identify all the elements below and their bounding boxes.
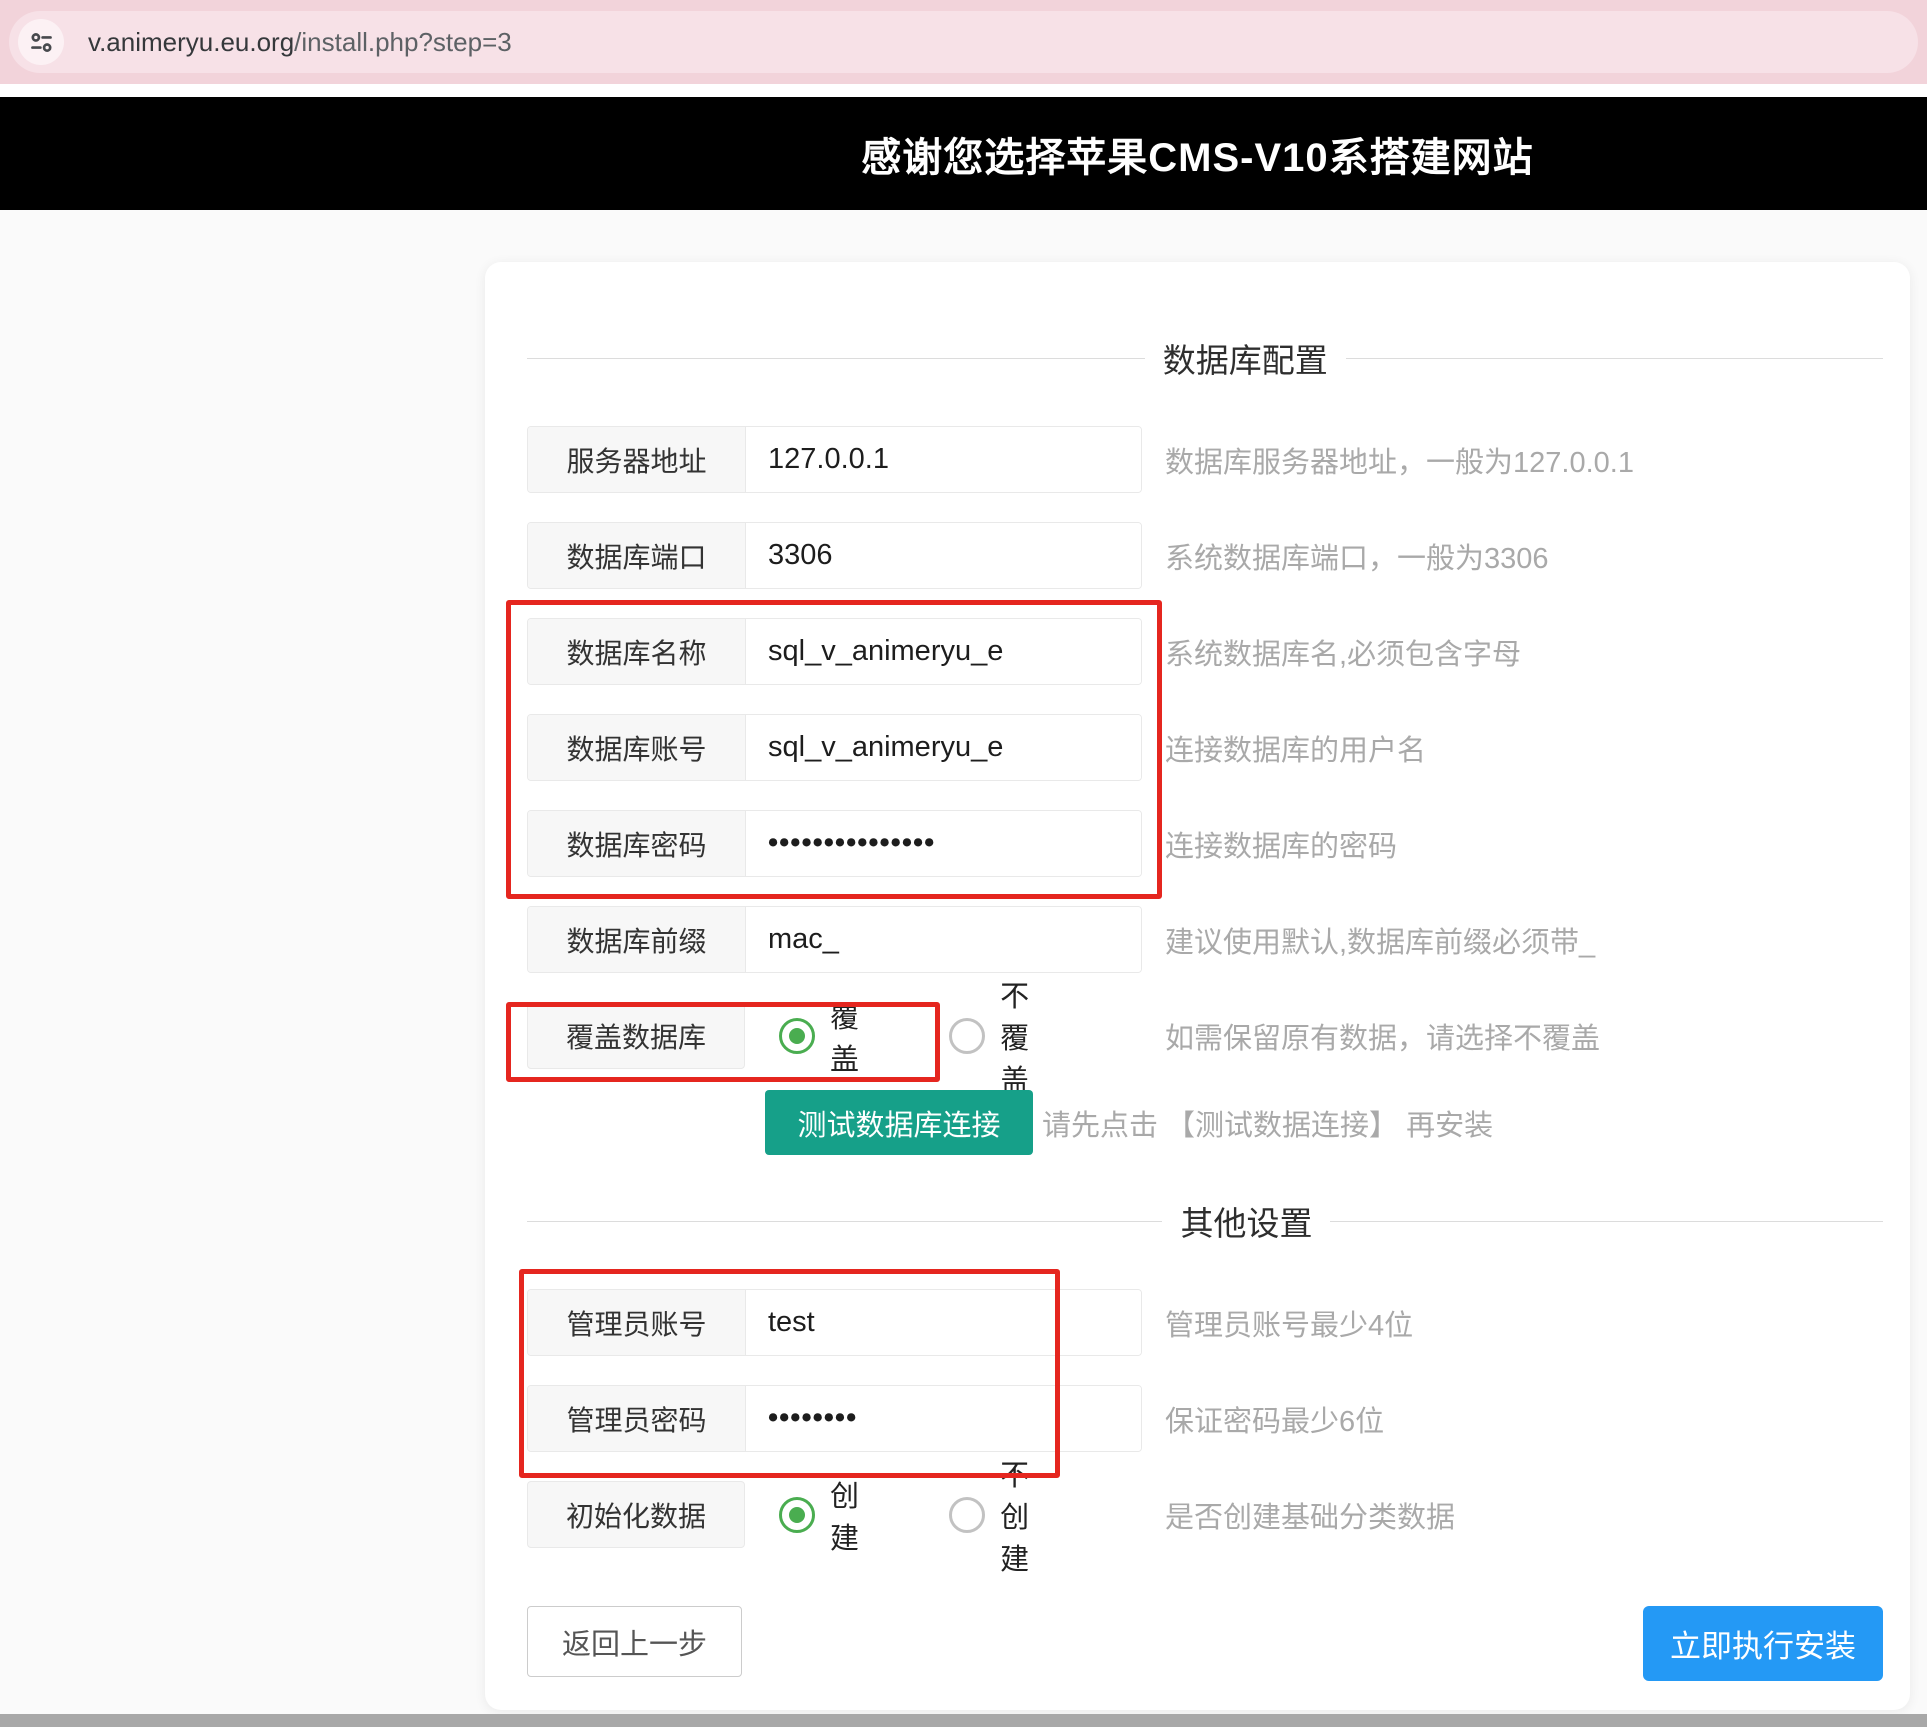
title-line-right bbox=[1346, 358, 1883, 359]
db-password-input[interactable] bbox=[746, 811, 1141, 876]
admin-user-input[interactable] bbox=[746, 1290, 1141, 1355]
db-prefix-input[interactable] bbox=[746, 907, 1141, 972]
footer-buttons: 返回上一步 立即执行安装 bbox=[527, 1606, 1883, 1681]
url-domain: v.animeryu.eu.org bbox=[88, 27, 294, 57]
admin-password-group: 管理员密码 bbox=[527, 1385, 1142, 1452]
install-form-card: 数据库配置 服务器地址 数据库服务器地址，一般为127.0.0.1 数据库端口 … bbox=[485, 262, 1910, 1710]
db-password-label: 数据库密码 bbox=[528, 811, 746, 876]
install-button[interactable]: 立即执行安装 bbox=[1643, 1606, 1883, 1681]
form-row-overwrite: 覆盖数据库 覆盖 不覆盖 如需保留原有数据，请选择不覆盖 bbox=[527, 1002, 1883, 1069]
init-data-hint: 是否创建基础分类数据 bbox=[1165, 1494, 1455, 1536]
admin-user-hint: 管理员账号最少4位 bbox=[1165, 1302, 1413, 1344]
init-no-create-label: 不创建 bbox=[1000, 1452, 1057, 1578]
radio-unchecked-icon bbox=[949, 1497, 985, 1533]
db-host-input[interactable] bbox=[746, 427, 1141, 492]
title-line-right bbox=[1330, 1221, 1883, 1222]
address-bar[interactable]: v.animeryu.eu.org/install.php?step=3 bbox=[9, 11, 1918, 73]
db-port-label: 数据库端口 bbox=[528, 523, 746, 588]
radio-checked-icon bbox=[779, 1497, 815, 1533]
db-prefix-label: 数据库前缀 bbox=[528, 907, 746, 972]
db-host-label: 服务器地址 bbox=[528, 427, 746, 492]
url-path: /install.php?step=3 bbox=[294, 27, 512, 57]
window-bottom-edge bbox=[0, 1714, 1927, 1727]
form-row-db-host: 服务器地址 数据库服务器地址，一般为127.0.0.1 bbox=[527, 426, 1883, 493]
db-port-group: 数据库端口 bbox=[527, 522, 1142, 589]
db-name-hint: 系统数据库名,必须包含字母 bbox=[1165, 631, 1521, 673]
admin-password-label: 管理员密码 bbox=[528, 1386, 746, 1451]
admin-user-label: 管理员账号 bbox=[528, 1290, 746, 1355]
db-name-group: 数据库名称 bbox=[527, 618, 1142, 685]
radio-unchecked-icon bbox=[949, 1018, 985, 1054]
divider-strip bbox=[0, 84, 1927, 97]
banner-title: 感谢您选择苹果CMS-V10系搭建网站 bbox=[861, 125, 1533, 183]
site-info-button[interactable] bbox=[18, 19, 64, 65]
init-no-create-radio[interactable]: 不创建 bbox=[949, 1452, 1057, 1578]
db-host-group: 服务器地址 bbox=[527, 426, 1142, 493]
url-text: v.animeryu.eu.org/install.php?step=3 bbox=[88, 27, 512, 58]
title-line-left bbox=[527, 1221, 1162, 1222]
db-user-input[interactable] bbox=[746, 715, 1141, 780]
db-name-input[interactable] bbox=[746, 619, 1141, 684]
db-port-hint: 系统数据库端口，一般为3306 bbox=[1165, 535, 1549, 577]
db-prefix-hint: 建议使用默认,数据库前缀必须带_ bbox=[1165, 919, 1595, 961]
db-user-group: 数据库账号 bbox=[527, 714, 1142, 781]
db-password-group: 数据库密码 bbox=[527, 810, 1142, 877]
overwrite-no-radio[interactable]: 不覆盖 bbox=[949, 973, 1057, 1099]
page-banner: 感谢您选择苹果CMS-V10系搭建网站 bbox=[0, 97, 1927, 210]
overwrite-yes-label: 覆盖 bbox=[830, 994, 864, 1078]
init-data-radio-group: 创建 不创建 bbox=[745, 1452, 1142, 1578]
form-row-db-prefix: 数据库前缀 建议使用默认,数据库前缀必须带_ bbox=[527, 906, 1883, 973]
form-row-test-connection: 测试数据库连接 请先点击 【测试数据连接】 再安装 bbox=[527, 1090, 1883, 1155]
init-create-label: 创建 bbox=[830, 1473, 864, 1557]
tune-icon bbox=[28, 29, 55, 56]
init-data-label: 初始化数据 bbox=[527, 1481, 745, 1548]
section-title-database: 数据库配置 bbox=[527, 336, 1883, 380]
db-port-input[interactable] bbox=[746, 523, 1141, 588]
browser-url-bar: v.animeryu.eu.org/install.php?step=3 bbox=[0, 0, 1927, 84]
admin-password-input[interactable] bbox=[746, 1386, 1141, 1451]
form-row-db-user: 数据库账号 连接数据库的用户名 bbox=[527, 714, 1883, 781]
test-connection-hint: 请先点击 【测试数据连接】 再安装 bbox=[1042, 1102, 1493, 1144]
db-user-hint: 连接数据库的用户名 bbox=[1165, 727, 1426, 769]
form-row-admin-user: 管理员账号 管理员账号最少4位 bbox=[527, 1289, 1883, 1356]
test-db-connection-button[interactable]: 测试数据库连接 bbox=[765, 1090, 1033, 1155]
form-row-init-data: 初始化数据 创建 不创建 是否创建基础分类数据 bbox=[527, 1481, 1883, 1548]
section-database-label: 数据库配置 bbox=[1163, 334, 1328, 382]
section-other-label: 其他设置 bbox=[1180, 1197, 1312, 1245]
db-host-hint: 数据库服务器地址，一般为127.0.0.1 bbox=[1165, 439, 1634, 481]
overwrite-label: 覆盖数据库 bbox=[527, 1002, 745, 1069]
back-button[interactable]: 返回上一步 bbox=[527, 1606, 742, 1677]
db-password-hint: 连接数据库的密码 bbox=[1165, 823, 1397, 865]
db-user-label: 数据库账号 bbox=[528, 715, 746, 780]
title-line-left bbox=[527, 358, 1145, 359]
db-name-label: 数据库名称 bbox=[528, 619, 746, 684]
overwrite-radio-group: 覆盖 不覆盖 bbox=[745, 973, 1142, 1099]
admin-password-hint: 保证密码最少6位 bbox=[1165, 1398, 1384, 1440]
overwrite-hint: 如需保留原有数据，请选择不覆盖 bbox=[1165, 1015, 1600, 1057]
init-create-radio[interactable]: 创建 bbox=[779, 1473, 864, 1557]
form-row-db-name: 数据库名称 系统数据库名,必须包含字母 bbox=[527, 618, 1883, 685]
admin-user-group: 管理员账号 bbox=[527, 1289, 1142, 1356]
db-prefix-group: 数据库前缀 bbox=[527, 906, 1142, 973]
form-row-db-password: 数据库密码 连接数据库的密码 bbox=[527, 810, 1883, 877]
overwrite-no-label: 不覆盖 bbox=[1000, 973, 1057, 1099]
overwrite-yes-radio[interactable]: 覆盖 bbox=[779, 994, 864, 1078]
form-row-db-port: 数据库端口 系统数据库端口，一般为3306 bbox=[527, 522, 1883, 589]
radio-checked-icon bbox=[779, 1018, 815, 1054]
form-row-admin-password: 管理员密码 保证密码最少6位 bbox=[527, 1385, 1883, 1452]
section-title-other: 其他设置 bbox=[527, 1199, 1883, 1243]
